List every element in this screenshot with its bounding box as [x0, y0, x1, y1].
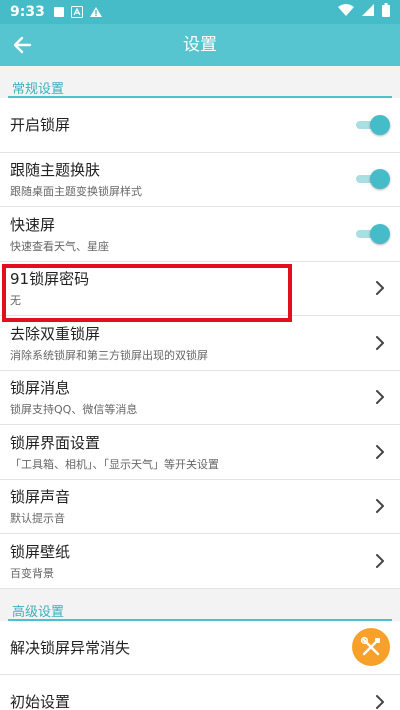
toggle-thumb [370, 169, 390, 190]
chevron-right-icon [374, 498, 386, 514]
setting-lock-password[interactable]: 91锁屏密码 无 [0, 262, 400, 316]
setting-fix-lock-disappear[interactable]: 解决锁屏异常消失 [0, 621, 400, 675]
status-time: 9:33 [10, 4, 45, 20]
setting-subtitle: 锁屏支持QQ、微信等消息 [10, 403, 138, 417]
tools-icon [360, 637, 380, 656]
toggle-thumb [370, 114, 390, 135]
setting-follow-theme[interactable]: 跟随主题换肤 跟随桌面主题变换锁屏样式 [0, 153, 400, 207]
app-bar: 设置 [0, 24, 400, 66]
advanced-settings-list: 解决锁屏异常消失 初始设置 [0, 620, 400, 710]
chevron-right-icon [374, 694, 386, 710]
general-settings-list: 开启锁屏 跟随主题换肤 跟随桌面主题变换锁屏样式 快速屏 快速查看天气、星座 9… [0, 98, 400, 589]
section-header-general: 常规设置 [0, 66, 400, 98]
setting-title: 快速屏 [10, 215, 56, 234]
setting-title: 初始设置 [10, 693, 71, 710]
battery-icon [382, 3, 390, 21]
page-title: 设置 [183, 35, 217, 55]
setting-lock-ui[interactable]: 锁屏界面设置 「工具箱、相机」、「显示天气」等开关设置 [0, 425, 400, 480]
setting-title: 跟随主题换肤 [10, 161, 101, 180]
follow-theme-toggle[interactable] [356, 169, 390, 190]
quick-screen-toggle[interactable] [356, 223, 390, 244]
setting-enable-lockscreen[interactable]: 开启锁屏 [0, 98, 400, 153]
setting-subtitle: 跟随桌面主题变换锁屏样式 [10, 185, 142, 199]
setting-title: 锁屏声音 [10, 488, 71, 507]
chevron-right-icon [374, 335, 386, 351]
enable-lockscreen-toggle[interactable] [356, 114, 390, 135]
setting-title: 开启锁屏 [10, 116, 71, 135]
setting-subtitle: 默认提示音 [10, 512, 65, 526]
wifi-icon [338, 4, 354, 20]
chevron-right-icon [374, 444, 386, 460]
setting-title: 91锁屏密码 [10, 270, 90, 289]
setting-lock-wallpaper[interactable]: 锁屏壁纸 百变背景 [0, 534, 400, 589]
chevron-right-icon [374, 553, 386, 569]
setting-subtitle: 消除系统锁屏和第三方锁屏出现的双锁屏 [10, 348, 208, 362]
setting-title: 锁屏界面设置 [10, 433, 101, 452]
tools-button[interactable] [352, 628, 390, 667]
setting-initial-setup[interactable]: 初始设置 [0, 675, 400, 710]
setting-subtitle: 无 [10, 294, 21, 308]
status-bar: 9:33 [0, 0, 400, 24]
warning-icon [89, 6, 103, 18]
setting-subtitle: 百变背景 [10, 566, 54, 580]
setting-subtitle: 「工具箱、相机」、「显示天气」等开关设置 [10, 457, 219, 471]
square-icon [53, 6, 65, 18]
section-header-label: 常规设置 [12, 82, 65, 97]
setting-remove-double-lock[interactable]: 去除双重锁屏 消除系统锁屏和第三方锁屏出现的双锁屏 [0, 316, 400, 371]
toggle-thumb [370, 223, 390, 244]
chevron-right-icon [374, 389, 386, 405]
setting-title: 解决锁屏异常消失 [10, 638, 131, 657]
section-header-advanced: 高级设置 [0, 589, 400, 621]
chevron-right-icon [374, 280, 386, 296]
setting-title: 锁屏壁纸 [10, 542, 71, 561]
setting-title: 锁屏消息 [10, 379, 71, 398]
signal-icon [362, 4, 374, 20]
setting-title: 去除双重锁屏 [10, 324, 101, 343]
section-header-label: 高级设置 [12, 604, 65, 620]
setting-lock-messages[interactable]: 锁屏消息 锁屏支持QQ、微信等消息 [0, 371, 400, 425]
a-notification-icon [70, 6, 83, 18]
setting-quick-screen[interactable]: 快速屏 快速查看天气、星座 [0, 207, 400, 262]
setting-lock-sound[interactable]: 锁屏声音 默认提示音 [0, 480, 400, 534]
settings-content: 常规设置 开启锁屏 跟随主题换肤 跟随桌面主题变换锁屏样式 快速屏 快速查看天气… [0, 66, 400, 710]
setting-subtitle: 快速查看天气、星座 [10, 239, 109, 253]
